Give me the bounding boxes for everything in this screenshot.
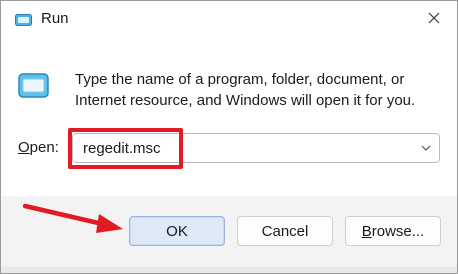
annotation-arrow-icon xyxy=(19,197,139,237)
bottom-edge xyxy=(1,267,457,273)
annotation-highlight-box xyxy=(68,128,183,169)
open-label: Open: xyxy=(18,139,59,156)
browse-rest: rowse... xyxy=(371,222,425,240)
window-title: Run xyxy=(41,10,69,27)
open-label-rest: pen: xyxy=(29,139,59,156)
run-dialog: Run Type the name of a program, folder, … xyxy=(0,0,458,274)
close-icon xyxy=(428,11,440,29)
dialog-description: Type the name of a program, folder, docu… xyxy=(75,71,416,109)
run-program-icon xyxy=(18,72,50,100)
open-label-accel: O xyxy=(18,139,30,156)
chevron-down-icon[interactable] xyxy=(419,141,433,155)
title-bar[interactable]: Run xyxy=(1,1,457,39)
browse-accel: B xyxy=(361,222,372,240)
cancel-button[interactable]: Cancel xyxy=(237,216,333,246)
close-button[interactable] xyxy=(411,1,457,39)
browse-button[interactable]: Browse... xyxy=(345,216,441,246)
run-icon xyxy=(15,13,33,27)
ok-button[interactable]: OK xyxy=(129,216,225,246)
